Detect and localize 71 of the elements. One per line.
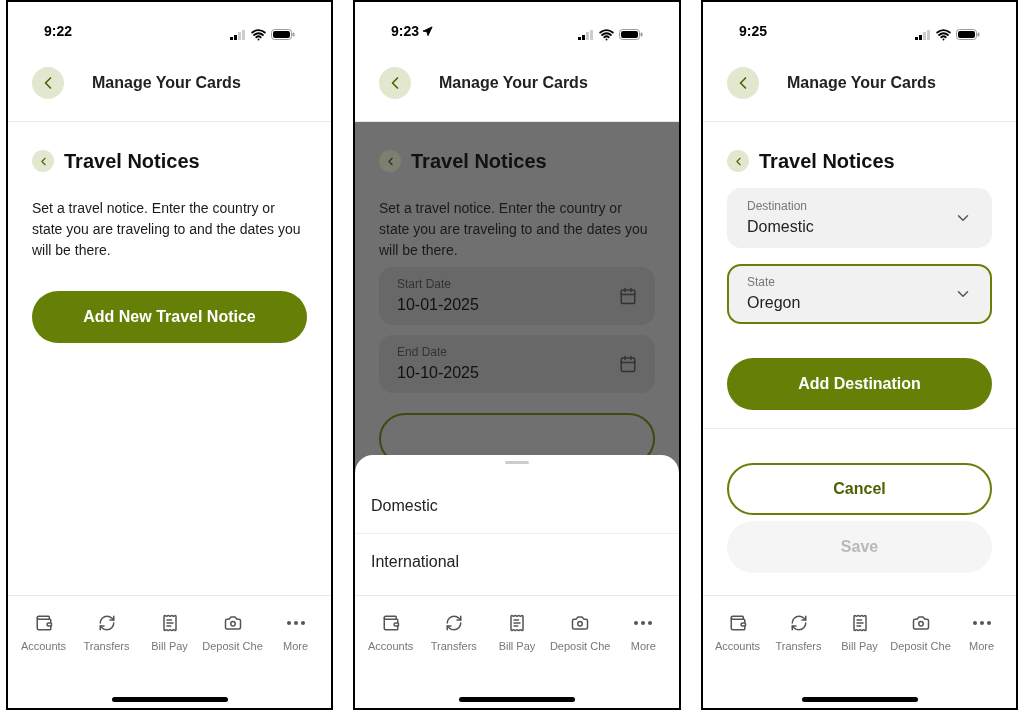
field-value: Oregon [747,293,801,313]
select-field[interactable]: State Oregon [727,264,992,324]
tab-bar-item[interactable]: Transfers [768,614,829,655]
tab-bar-item[interactable]: Deposit Che [201,614,264,655]
wifi-icon [251,27,266,42]
tab-bar-item[interactable]: Deposit Che [549,614,612,655]
battery-icon [271,29,295,40]
header-title: Manage Your Cards [92,72,241,93]
battery-icon [956,29,980,40]
back-button[interactable] [379,66,411,99]
status-time: 9:22 [44,22,73,41]
back-button[interactable] [379,150,401,172]
tab-bar-item[interactable]: Transfers [422,614,485,655]
tab-bar-item[interactable]: Deposit Che [890,614,951,655]
signal-icon [578,29,594,40]
back-button[interactable] [727,66,759,99]
sheet-option[interactable]: International [355,534,679,590]
tab-bar-item[interactable]: Bill Pay [138,614,201,655]
tab-bar-item[interactable]: Accounts [359,614,422,655]
receipt-icon [160,614,179,632]
field-label: State [747,274,777,291]
field-value: Domestic [747,217,814,237]
refresh-icon [789,614,808,632]
receipt-icon [507,614,526,632]
description-text: Set a travel notice. Enter the country or state you are traveling to and the dates you will be there. [379,199,649,260]
status-time: 9:25 [739,22,768,41]
header-title: Manage Your Cards [787,72,936,93]
section-title: Travel Notices [411,149,547,174]
outline-button[interactable]: Cancel [727,463,992,515]
tab-bar-item[interactable]: Accounts [707,614,768,655]
primary-button[interactable]: Add New Travel Notice [32,291,307,343]
description-text: Set a travel notice. Enter the country or state you are traveling to and the dates you will be there. [32,199,302,260]
refresh-icon [444,614,463,632]
section-title: Travel Notices [64,149,200,174]
header-title: Manage Your Cards [439,72,588,93]
battery-icon [619,29,643,40]
back-button[interactable] [32,66,64,99]
field-value: 10-01-2025 [397,295,479,315]
calendar-icon [619,355,637,373]
field-value: 10-10-2025 [397,363,479,383]
tab-bar-item[interactable]: More [951,614,1012,655]
signal-icon [230,29,246,40]
camera-icon [223,614,242,632]
back-button[interactable] [727,150,749,172]
tab-bar-item[interactable]: Accounts [12,614,75,655]
camera-icon [571,614,590,632]
sheet-option[interactable]: Domestic [355,478,679,534]
refresh-icon [97,614,116,632]
back-button[interactable] [32,150,54,172]
tab-bar-item[interactable]: Transfers [75,614,138,655]
camera-icon [911,614,930,632]
tab-bar-item[interactable]: Bill Pay [485,614,548,655]
wallet-icon [728,614,747,632]
tab-bar-item[interactable]: Bill Pay [829,614,890,655]
tab-bar-item[interactable]: More [264,614,327,655]
wifi-icon [599,27,614,42]
more-icon [286,621,305,625]
primary-button[interactable]: Add Destination [727,358,992,410]
signal-icon [915,29,931,40]
wallet-icon [34,614,53,632]
calendar-icon [619,287,637,305]
wifi-icon [936,27,951,42]
wallet-icon [381,614,400,632]
more-icon [972,621,991,625]
section-title: Travel Notices [759,149,895,174]
field-label: Destination [747,198,809,215]
tab-bar-item[interactable]: More [612,614,675,655]
status-time: 9:23 [391,22,420,41]
more-icon [634,621,653,625]
receipt-icon [850,614,869,632]
select-field[interactable]: Destination Domestic [727,188,992,248]
